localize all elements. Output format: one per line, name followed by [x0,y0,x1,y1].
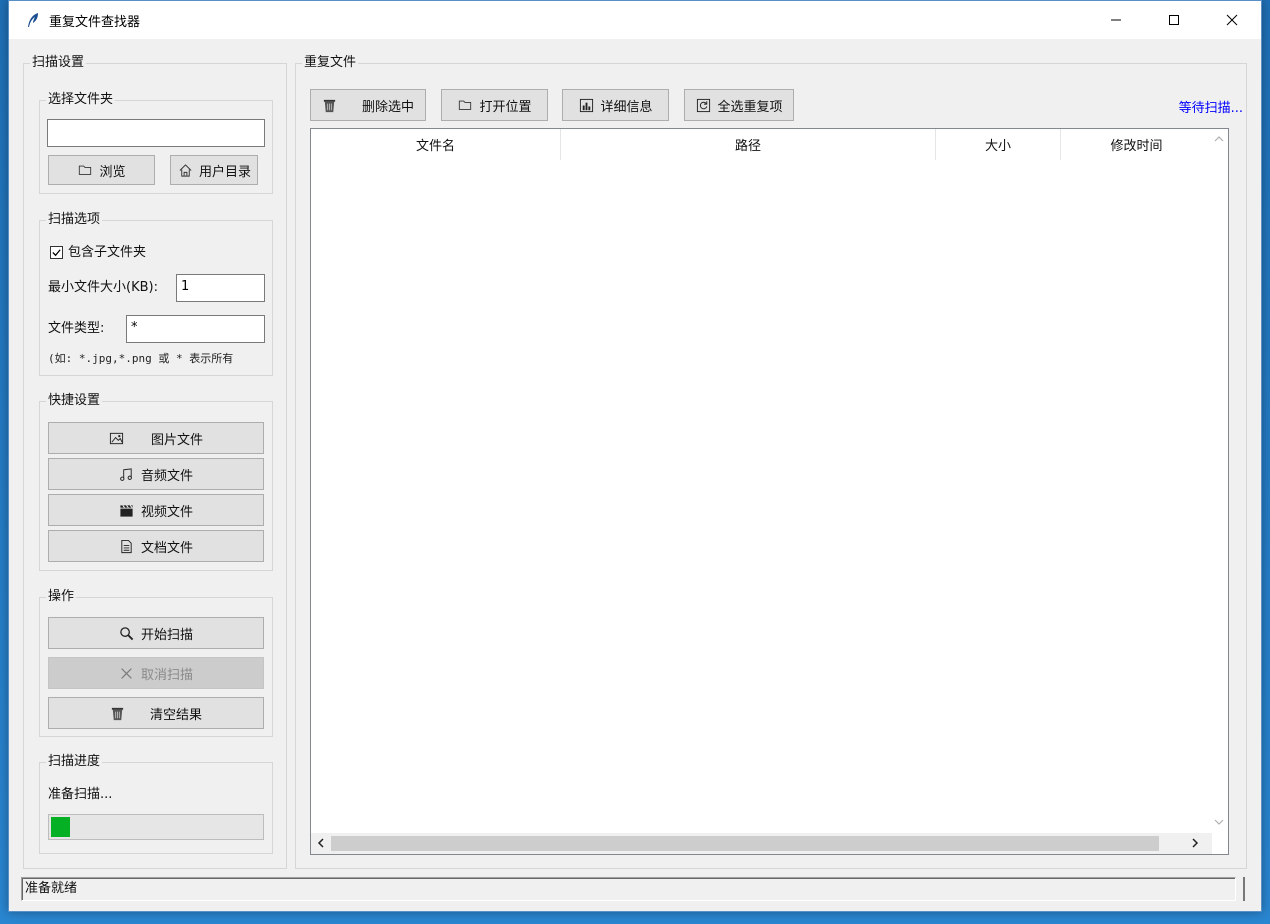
horizontal-scrollbar[interactable] [311,833,1212,854]
trash-icon [110,705,126,721]
minimize-icon [1111,19,1121,21]
music-note-icon [119,466,135,482]
duplicates-title: 重复文件 [302,55,359,71]
delete-selected-label: 删除选中 [361,99,414,115]
home-dir-label: 用户目录 [199,164,252,180]
details-button[interactable]: 详细信息 [562,89,669,121]
clear-results-button[interactable]: 清空结果 [48,697,264,729]
image-files-button[interactable]: 图片文件 [48,422,264,454]
start-scan-button[interactable]: 开始扫描 [48,617,264,649]
bar-chart-icon [578,97,594,113]
cancel-scan-button[interactable]: 取消扫描 [48,657,264,689]
file-type-label: 文件类型: [48,321,105,336]
progress-status: 准备扫描... [48,787,113,802]
clear-results-label: 清空结果 [149,707,202,723]
refresh-icon [695,97,711,113]
cancel-scan-label: 取消扫描 [140,667,193,683]
include-subfolders-checkbox[interactable] [50,246,63,259]
close-button[interactable] [1203,1,1261,39]
browse-label: 浏览 [99,164,126,180]
title-bar: 重复文件查找器 [9,1,1261,39]
audio-files-button[interactable]: 音频文件 [48,458,264,490]
scan-progress-bar [48,814,264,840]
scroll-right-icon[interactable] [1190,837,1200,851]
progress-title: 扫描进度 [46,754,103,770]
horizontal-scroll-thumb[interactable] [331,836,1159,851]
table-header: 文件名 路径 大小 修改时间 [311,129,1212,160]
progress-group: 扫描进度 [39,754,273,854]
delete-selected-button[interactable]: 删除选中 [310,89,426,121]
picture-icon [109,430,125,446]
maximize-icon [1169,15,1179,25]
checkmark-icon [52,249,61,257]
status-bar: 准备就绪 [21,877,1236,901]
column-header-filename[interactable]: 文件名 [311,129,561,160]
folder-path-input[interactable] [47,119,265,147]
video-files-label: 视频文件 [140,504,193,520]
details-label: 详细信息 [600,99,653,115]
window-title: 重复文件查找器 [49,14,141,30]
scan-status-text: 等待扫描... [1178,101,1243,116]
start-scan-label: 开始扫描 [140,627,193,643]
magnifier-icon [119,625,135,641]
video-files-button[interactable]: 视频文件 [48,494,264,526]
scroll-left-icon[interactable] [316,837,326,851]
quick-settings-title: 快捷设置 [46,393,103,409]
scroll-down-icon[interactable] [1214,816,1224,830]
audio-files-label: 音频文件 [140,468,193,484]
open-location-button[interactable]: 打开位置 [441,89,548,121]
folder-group-title: 选择文件夹 [46,92,116,108]
column-header-path[interactable]: 路径 [561,129,936,160]
file-type-input[interactable]: * [126,315,265,343]
document-files-button[interactable]: 文档文件 [48,530,264,562]
select-duplicates-button[interactable]: 全选重复项 [684,89,794,121]
scan-options-title: 扫描选项 [46,212,103,228]
document-files-label: 文档文件 [140,540,193,556]
min-size-input[interactable]: 1 [176,274,265,302]
progress-fill [51,817,70,837]
include-subfolders-label[interactable]: 包含子文件夹 [68,245,146,261]
column-header-modified[interactable]: 修改时间 [1061,129,1212,160]
image-files-label: 图片文件 [150,432,203,448]
minimize-button[interactable] [1087,1,1145,39]
status-separator [1243,877,1246,901]
actions-title: 操作 [46,589,77,605]
home-icon [177,162,193,178]
scan-settings-title: 扫描设置 [30,55,87,71]
folder-icon [457,97,473,113]
close-icon [1226,14,1238,26]
browse-button[interactable]: 浏览 [48,155,155,185]
maximize-button[interactable] [1145,1,1203,39]
document-icon [119,538,135,554]
vertical-scrollbar[interactable] [1210,129,1228,834]
open-location-label: 打开位置 [479,99,532,115]
min-size-label: 最小文件大小(KB): [48,280,158,295]
home-dir-button[interactable]: 用户目录 [170,155,258,185]
file-type-hint: (如: *.jpg,*.png 或 * 表示所有 [48,352,234,365]
clapperboard-icon [119,502,135,518]
scroll-up-icon[interactable] [1214,133,1224,147]
feather-icon [25,12,41,28]
column-header-size[interactable]: 大小 [936,129,1061,160]
select-duplicates-label: 全选重复项 [717,99,783,115]
folder-icon [77,162,93,178]
duplicates-table[interactable]: 文件名 路径 大小 修改时间 [310,128,1229,855]
trash-icon [322,97,338,113]
x-icon [119,665,135,681]
app-window: 重复文件查找器 扫描设置 选择文件夹 浏览 用户目录 扫描选项 包含子文件夹 最… [8,0,1262,912]
